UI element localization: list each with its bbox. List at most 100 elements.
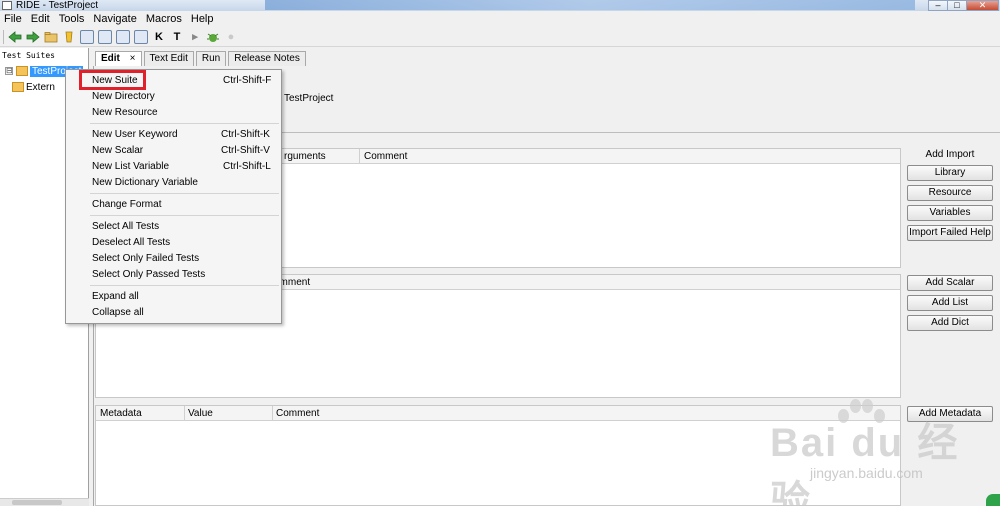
menu-item-new-directory[interactable]: New Directory [67,89,280,104]
toolbar: K T ▸ ● [0,27,1000,47]
menu-separator [90,215,279,216]
menu-item-shortcut: Ctrl-Shift-V [221,145,270,156]
folder-icon [12,82,24,92]
menu-bar: File Edit Tools Navigate Macros Help [0,11,1000,27]
menu-item-label: New Dictionary Variable [92,177,198,188]
menu-separator [90,123,279,124]
menu-item-new-dictionary-variable[interactable]: New Dictionary Variable [67,175,280,190]
resource-button[interactable]: Resource [907,185,993,201]
metadata-grid-header: Metadata Value Comment [96,406,900,421]
menu-item-select-only-passed[interactable]: Select Only Passed Tests [67,267,280,282]
menu-item-new-scalar[interactable]: New Scalar Ctrl-Shift-V [67,143,280,158]
column-separator [359,149,360,164]
background-taskbar-strip [265,0,915,10]
test-suites-title: Test Suites [2,51,55,60]
minimize-button[interactable]: – [928,0,948,11]
menu-item-shortcut: Ctrl-Shift-F [223,75,272,86]
tab-edit-label: Edit [101,53,120,64]
window-title: RIDE - TestProject [16,0,99,11]
close-tab-icon[interactable]: × [130,53,136,64]
back-arrow-icon[interactable] [8,30,22,44]
stop-icon[interactable]: ● [224,30,238,44]
tree-item-label[interactable]: Extern [26,82,55,93]
close-window-button[interactable]: ✕ [966,0,999,11]
menu-item-expand-all[interactable]: Expand all [67,289,280,304]
menu-item-shortcut: Ctrl-Shift-L [223,161,271,172]
column-comment: Comment [364,151,408,162]
collapse-icon[interactable]: ⊟ [5,67,13,75]
tab-edit[interactable]: Edit × [95,51,142,66]
library-button[interactable]: Library [907,165,993,181]
menu-item-new-resource[interactable]: New Resource [67,105,280,120]
scrollbar-thumb[interactable] [12,500,62,505]
save-icon[interactable] [80,29,94,44]
open-directory-icon[interactable] [62,30,76,44]
menu-item-label: Collapse all [92,307,144,318]
menu-item-select-only-failed[interactable]: Select Only Failed Tests [67,251,280,266]
menu-item-label: New List Variable [92,161,170,172]
suite-source-label: TestProject [284,93,334,104]
annotation-highlight-box [79,70,146,90]
menu-macros[interactable]: Macros [146,13,182,25]
run-icon[interactable]: ▸ [188,30,202,44]
tab-text-edit[interactable]: Text Edit [143,51,194,66]
column-comment: Comment [276,408,320,419]
menu-separator [90,285,279,286]
tree-horizontal-scrollbar[interactable] [0,498,89,506]
open-folder-icon[interactable] [44,30,58,44]
menu-navigate[interactable]: Navigate [93,13,136,25]
menu-item-label: Deselect All Tests [92,237,171,248]
search-keyword-icon[interactable] [116,29,130,44]
variables-button[interactable]: Variables [907,205,993,221]
context-menu: New Suite Ctrl-Shift-F New Directory New… [65,69,282,324]
menu-item-label: New User Keyword [92,129,178,140]
column-separator [184,406,185,421]
menu-file[interactable]: File [4,13,22,25]
metadata-grid[interactable]: Metadata Value Comment [95,405,901,506]
menu-help[interactable]: Help [191,13,214,25]
menu-item-deselect-all-tests[interactable]: Deselect All Tests [67,235,280,250]
menu-item-label: Select Only Failed Tests [92,253,200,264]
folder-icon [16,66,28,76]
menu-item-label: Change Format [92,199,162,210]
add-dict-button[interactable]: Add Dict [907,315,993,331]
forward-arrow-icon[interactable] [26,30,40,44]
column-metadata: Metadata [100,408,142,419]
menu-item-shortcut: Ctrl-Shift-K [221,129,270,140]
menu-item-select-all-tests[interactable]: Select All Tests [67,219,280,234]
import-failed-help-button[interactable]: Import Failed Help [907,225,993,241]
menu-separator [90,193,279,194]
toolbar-grip [3,29,4,44]
menu-item-change-format[interactable]: Change Format [67,197,280,212]
column-arguments: rguments [284,151,326,162]
menu-tools[interactable]: Tools [59,13,85,25]
bug-icon[interactable] [206,30,220,44]
menu-edit[interactable]: Edit [31,13,50,25]
column-value: Value [188,408,213,419]
save-all-icon[interactable] [98,29,112,44]
editor-tabs: Edit × Text Edit Run Release Notes [95,51,308,66]
tab-run[interactable]: Run [195,51,227,66]
menu-item-label: New Scalar [92,145,144,156]
menu-item-label: Expand all [92,291,139,302]
menu-item-label: New Directory [92,91,155,102]
test-case-icon[interactable]: T [170,30,184,44]
add-list-button[interactable]: Add List [907,295,993,311]
tree-item-external[interactable]: Extern [12,80,55,94]
menu-item-new-list-variable[interactable]: New List Variable Ctrl-Shift-L [67,159,280,174]
keyword-k-icon[interactable]: K [152,30,166,44]
corner-badge-icon [986,494,1000,506]
menu-item-label: Select All Tests [92,221,160,232]
keyword-icon[interactable] [134,29,148,44]
column-separator [272,406,273,421]
maximize-button[interactable]: □ [947,0,967,11]
menu-item-collapse-all[interactable]: Collapse all [67,305,280,320]
add-import-label: Add Import [925,149,975,160]
add-scalar-button[interactable]: Add Scalar [907,275,993,291]
add-metadata-button[interactable]: Add Metadata [907,406,993,422]
menu-item-label: New Resource [92,107,158,118]
app-icon [2,1,12,10]
menu-item-label: Select Only Passed Tests [92,269,206,280]
tab-release-notes[interactable]: Release Notes [228,51,306,66]
menu-item-new-user-keyword[interactable]: New User Keyword Ctrl-Shift-K [67,127,280,142]
